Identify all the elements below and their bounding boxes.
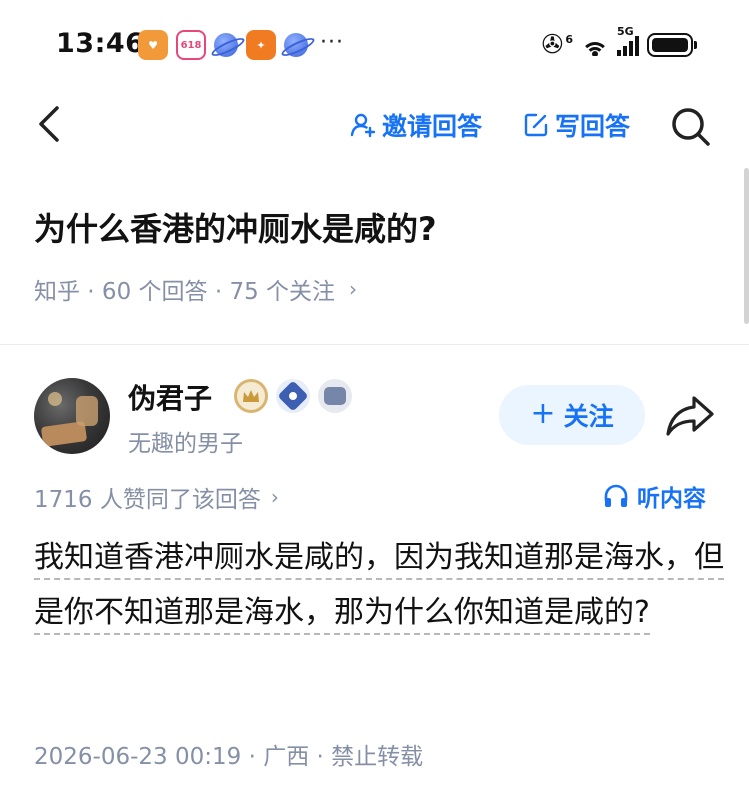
question-title[interactable]: 为什么香港的冲厕水是咸的? <box>34 204 437 250</box>
invite-answer-button[interactable]: 邀请回答 <box>350 106 482 144</box>
back-icon <box>39 106 59 142</box>
author-avatar[interactable] <box>34 378 110 454</box>
section-divider <box>0 344 749 345</box>
listen-label: 听内容 <box>637 486 706 512</box>
answer-text: 我知道香港冲厕水是咸的，因为我知道那是海水，但是你不知道那是海水，那为什么你知道… <box>34 540 724 635</box>
write-answer-button[interactable]: 写回答 <box>523 106 630 144</box>
planet-icon <box>284 33 308 57</box>
scrollbar[interactable] <box>744 168 749 324</box>
answer-footer-info: 2026-06-23 00:19 · 广西 · 禁止转载 <box>34 744 424 770</box>
crown-badge-icon[interactable] <box>234 379 268 413</box>
share-icon[interactable] <box>664 392 716 438</box>
more-notifications-icon: ··· <box>320 29 344 55</box>
answer-body[interactable]: 我知道香港冲厕水是咸的，因为我知道那是海水，但是你不知道那是海水，那为什么你知道… <box>34 530 724 640</box>
listen-button[interactable]: 听内容 <box>603 479 706 513</box>
invite-user-icon <box>350 113 376 138</box>
fan-icon: ✇ <box>541 30 564 60</box>
edit-icon <box>524 113 548 137</box>
author-badges <box>234 379 352 413</box>
wifi-icon <box>581 34 609 56</box>
search-icon[interactable] <box>668 104 712 148</box>
status-bar: 13:46 ♥ 618 ✦ ··· ✇ 6 5G <box>0 0 749 90</box>
write-answer-label: 写回答 <box>555 112 631 141</box>
network-badge: 6 <box>565 32 573 46</box>
back-button[interactable] <box>30 102 70 146</box>
chevron-right-icon: › <box>270 485 279 509</box>
follow-label: 关注 <box>563 402 614 431</box>
author-name[interactable]: 伪君子 <box>128 377 212 417</box>
vote-count[interactable]: 1716 人赞同了该回答 › <box>34 480 279 514</box>
heart-app-icon: ♥ <box>138 30 168 60</box>
star-badge-icon[interactable] <box>276 379 310 413</box>
orange-app-icon: ✦ <box>246 30 276 60</box>
system-icons: ✇ 6 5G <box>541 25 697 60</box>
chevron-right-icon: › <box>349 277 358 301</box>
planet-icon <box>214 33 238 57</box>
question-meta[interactable]: 知乎 · 60 个回答 · 75 个关注 › <box>34 272 357 306</box>
author-bio: 无趣的男子 <box>128 431 243 457</box>
invite-answer-label: 邀请回答 <box>382 112 483 141</box>
follow-button[interactable]: + 关注 <box>499 385 645 445</box>
notification-icons: ♥ 618 ✦ ··· <box>138 30 344 60</box>
618-app-icon: 618 <box>176 30 206 60</box>
profile-badge-icon[interactable] <box>318 379 352 413</box>
plus-icon: + <box>530 396 556 431</box>
battery-icon <box>647 33 697 57</box>
question-meta-text: 知乎 · 60 个回答 · 75 个关注 <box>34 279 336 305</box>
network-type-label: 5G <box>617 25 634 38</box>
cellular-signal-icon: 5G <box>617 25 639 56</box>
headphones-icon <box>604 484 628 507</box>
status-time: 13:46 <box>56 28 145 59</box>
vote-count-text: 1716 人赞同了该回答 <box>34 487 261 513</box>
